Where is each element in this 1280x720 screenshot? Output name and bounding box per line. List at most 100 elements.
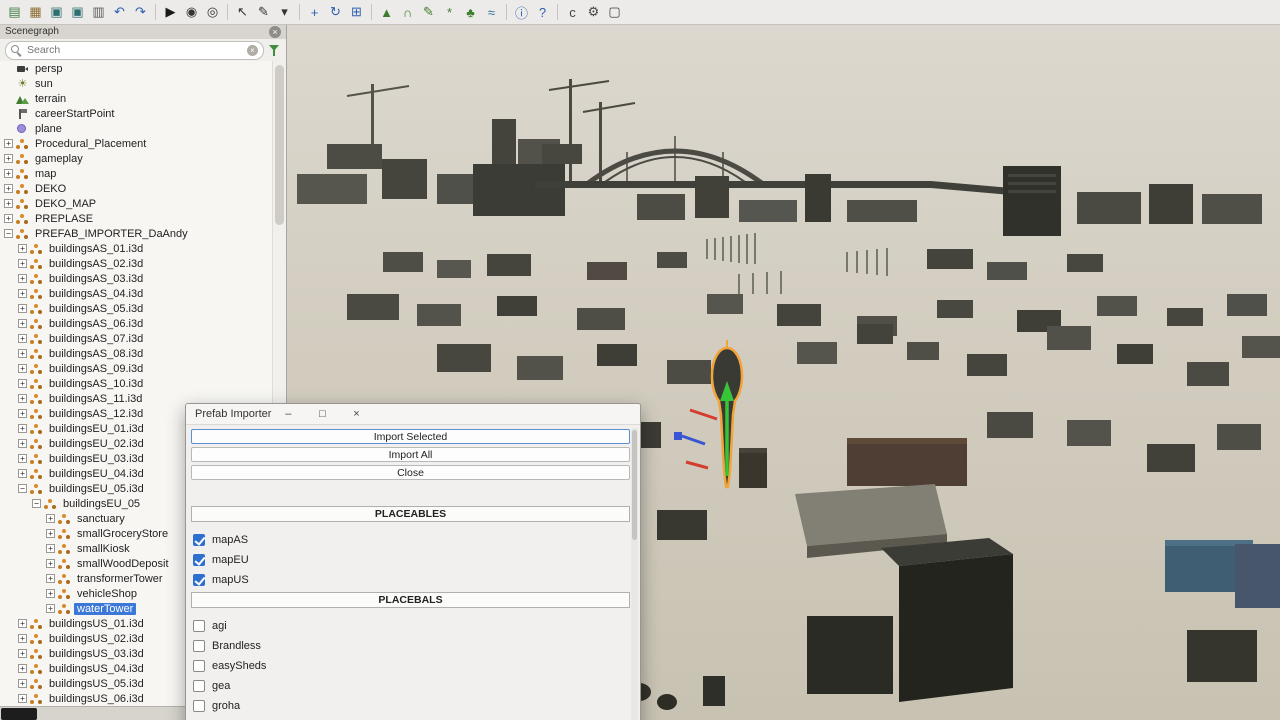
expand-toggle[interactable]: + bbox=[18, 319, 27, 328]
scale-icon[interactable]: ⊞ bbox=[346, 2, 367, 22]
tree-item-buildingsas-07-i3d[interactable]: +buildingsAS_07.i3d bbox=[0, 331, 273, 346]
brush-dropdown-icon[interactable]: ▾ bbox=[274, 2, 295, 22]
maximize-button[interactable]: □ bbox=[305, 404, 339, 424]
help-icon[interactable]: ? bbox=[532, 2, 553, 22]
dialog-scrollbar[interactable] bbox=[631, 428, 638, 720]
window-layout-icon[interactable]: ▢ bbox=[604, 2, 625, 22]
dialog-titlebar[interactable]: Prefab Importer – □ × bbox=[186, 404, 640, 425]
expand-toggle[interactable]: + bbox=[18, 454, 27, 463]
tree-item-plane[interactable]: plane bbox=[0, 121, 273, 136]
tree-item-buildingsas-05-i3d[interactable]: +buildingsAS_05.i3d bbox=[0, 301, 273, 316]
tree-item-preplase[interactable]: +PREPLASE bbox=[0, 211, 273, 226]
tree-item-buildingsas-04-i3d[interactable]: +buildingsAS_04.i3d bbox=[0, 286, 273, 301]
gizmo-z-handle[interactable] bbox=[674, 432, 682, 440]
new-scene-icon[interactable]: ▤ bbox=[4, 2, 25, 22]
expand-toggle[interactable]: + bbox=[18, 379, 27, 388]
minimize-button[interactable]: – bbox=[271, 404, 305, 424]
expand-toggle[interactable]: + bbox=[46, 589, 55, 598]
save-as-icon[interactable]: ▣ bbox=[67, 2, 88, 22]
collapse-toggle[interactable]: − bbox=[32, 499, 41, 508]
checkbox-row-blank[interactable] bbox=[191, 716, 630, 720]
import-all-button[interactable]: Import All bbox=[191, 447, 630, 462]
checkbox-row-easysheds[interactable]: easySheds bbox=[191, 656, 630, 676]
checkbox-row-gea[interactable]: gea bbox=[191, 676, 630, 696]
expand-toggle[interactable]: + bbox=[18, 349, 27, 358]
expand-toggle[interactable]: + bbox=[18, 694, 27, 703]
expand-toggle[interactable]: + bbox=[46, 559, 55, 568]
checkbox[interactable] bbox=[193, 534, 205, 546]
tree-item-buildingsas-10-i3d[interactable]: +buildingsAS_10.i3d bbox=[0, 376, 273, 391]
expand-toggle[interactable]: + bbox=[46, 604, 55, 613]
tree-item-prefab-importer-daandy[interactable]: −PREFAB_IMPORTER_DaAndy bbox=[0, 226, 273, 241]
checkbox-row-agi[interactable]: agi bbox=[191, 616, 630, 636]
expand-toggle[interactable]: + bbox=[18, 334, 27, 343]
show-hide-icon[interactable]: ◉ bbox=[181, 2, 202, 22]
tree-item-buildingsas-06-i3d[interactable]: +buildingsAS_06.i3d bbox=[0, 316, 273, 331]
tree-placement-icon[interactable]: ♣ bbox=[460, 2, 481, 22]
terrain-paint-icon[interactable]: ✎ bbox=[418, 2, 439, 22]
collapse-toggle[interactable]: − bbox=[18, 484, 27, 493]
expand-toggle[interactable]: + bbox=[46, 514, 55, 523]
expand-toggle[interactable]: + bbox=[18, 394, 27, 403]
import-selected-button[interactable]: Import Selected bbox=[191, 429, 630, 444]
expand-toggle[interactable]: + bbox=[18, 439, 27, 448]
zoom-icon[interactable]: ◎ bbox=[202, 2, 223, 22]
close-button[interactable]: Close bbox=[191, 465, 630, 480]
save-icon[interactable]: ▣ bbox=[46, 2, 67, 22]
play-icon[interactable]: ▶ bbox=[160, 2, 181, 22]
search-box[interactable]: × bbox=[5, 41, 264, 60]
tree-item-careerstartpoint[interactable]: careerStartPoint bbox=[0, 106, 273, 121]
collapse-toggle[interactable]: − bbox=[4, 229, 13, 238]
expand-toggle[interactable]: + bbox=[4, 199, 13, 208]
open-file-icon[interactable]: ▦ bbox=[25, 2, 46, 22]
tree-item-buildingsas-09-i3d[interactable]: +buildingsAS_09.i3d bbox=[0, 361, 273, 376]
tree-item-buildingsas-03-i3d[interactable]: +buildingsAS_03.i3d bbox=[0, 271, 273, 286]
expand-toggle[interactable]: + bbox=[46, 544, 55, 553]
panel-close-icon[interactable]: × bbox=[269, 26, 281, 38]
tree-item-terrain[interactable]: terrain bbox=[0, 91, 273, 106]
settings-icon[interactable]: ⚙ bbox=[583, 2, 604, 22]
checkbox-row-brandless[interactable]: Brandless bbox=[191, 636, 630, 656]
checkbox-row-mapus[interactable]: mapUS bbox=[191, 570, 630, 590]
expand-toggle[interactable]: + bbox=[18, 649, 27, 658]
expand-toggle[interactable]: + bbox=[18, 409, 27, 418]
tree-item-map[interactable]: +map bbox=[0, 166, 273, 181]
checkbox[interactable] bbox=[193, 680, 205, 692]
clear-search-icon[interactable]: × bbox=[247, 45, 258, 56]
expand-toggle[interactable]: + bbox=[4, 214, 13, 223]
tree-item-buildingsas-08-i3d[interactable]: +buildingsAS_08.i3d bbox=[0, 346, 273, 361]
scrollbar-thumb[interactable] bbox=[275, 65, 284, 225]
info-icon[interactable]: ⓘ bbox=[511, 2, 532, 22]
checkbox[interactable] bbox=[193, 700, 205, 712]
print-icon[interactable]: ▥ bbox=[88, 2, 109, 22]
terrain-sculpt-icon[interactable]: ▲ bbox=[376, 2, 397, 22]
select-icon[interactable]: ↖ bbox=[232, 2, 253, 22]
tree-item-persp[interactable]: persp bbox=[0, 61, 273, 76]
expand-toggle[interactable]: + bbox=[4, 184, 13, 193]
translate-icon[interactable]: + bbox=[304, 2, 325, 22]
checkbox[interactable] bbox=[193, 640, 205, 652]
checkbox[interactable] bbox=[193, 554, 205, 566]
tree-item-deko-map[interactable]: +DEKO_MAP bbox=[0, 196, 273, 211]
expand-toggle[interactable]: + bbox=[46, 529, 55, 538]
expand-toggle[interactable]: + bbox=[18, 274, 27, 283]
expand-toggle[interactable]: + bbox=[18, 364, 27, 373]
expand-toggle[interactable]: + bbox=[18, 304, 27, 313]
expand-toggle[interactable]: + bbox=[18, 289, 27, 298]
search-input[interactable] bbox=[25, 43, 243, 57]
expand-toggle[interactable]: + bbox=[18, 424, 27, 433]
redo-icon[interactable]: ↷ bbox=[130, 2, 151, 22]
expand-toggle[interactable]: + bbox=[4, 169, 13, 178]
checkbox-row-mapeu[interactable]: mapEU bbox=[191, 550, 630, 570]
expand-toggle[interactable]: + bbox=[18, 619, 27, 628]
foliage-paint-icon[interactable]: * bbox=[439, 2, 460, 22]
terrain-smooth-icon[interactable]: ∩ bbox=[397, 2, 418, 22]
expand-toggle[interactable]: + bbox=[4, 139, 13, 148]
tree-item-buildingsas-02-i3d[interactable]: +buildingsAS_02.i3d bbox=[0, 256, 273, 271]
tree-item-sun[interactable]: ☀sun bbox=[0, 76, 273, 91]
dialog-scrollbar-thumb[interactable] bbox=[632, 430, 637, 540]
checkbox[interactable] bbox=[193, 620, 205, 632]
tree-item-procedural-placement[interactable]: +Procedural_Placement bbox=[0, 136, 273, 151]
expand-toggle[interactable]: + bbox=[18, 469, 27, 478]
expand-toggle[interactable]: + bbox=[18, 664, 27, 673]
